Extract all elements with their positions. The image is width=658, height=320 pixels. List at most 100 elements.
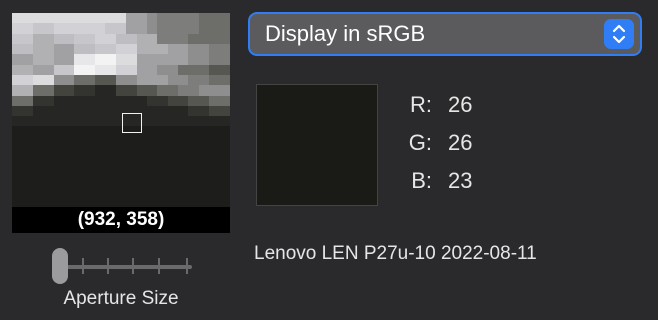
loupe-pixel [157,13,168,24]
loupe-pixel [126,95,137,106]
loupe-pixel [63,64,75,75]
loupe-pixel [84,105,96,117]
loupe-pixel [198,23,210,34]
loupe-pixel [22,136,33,148]
loupe-pixel [157,64,168,75]
slider-knob[interactable] [52,248,68,284]
loupe-pixel [178,167,189,179]
loupe-pixel [167,188,179,199]
loupe-pixel [157,157,168,168]
loupe-pixel [198,167,210,179]
loupe-pixel [198,95,210,106]
loupe-pixel [74,188,85,199]
loupe-pixel [12,33,23,44]
loupe-pixel [43,13,54,24]
loupe-pixel [84,85,96,96]
loupe-pixel [219,136,230,148]
loupe-pixel [105,64,116,75]
loupe-pixel [126,178,137,189]
loupe-pixel [63,105,75,117]
loupe-pixel [95,33,106,44]
loupe-pixel [157,95,168,106]
loupe-pixel [105,54,116,65]
loupe-pixel [167,54,179,65]
loupe-pixel [219,157,230,168]
green-value: 26 [448,130,473,155]
loupe-pixel [198,116,210,127]
loupe-pixel [188,64,199,75]
loupe-pixel [146,23,158,34]
loupe-pixel [167,116,179,127]
loupe-pixel [198,43,210,55]
loupe-pixel [105,85,116,96]
loupe-pixel [157,188,168,199]
loupe-pixel [198,147,210,158]
loupe-pixel [167,23,179,34]
display-mode-select[interactable]: Display in sRGB [248,12,642,56]
loupe-pixel [95,147,106,158]
loupe-pixel [146,85,158,96]
loupe-pixel [126,74,137,86]
loupe-pixel [53,126,64,137]
loupe-pixel [32,54,44,65]
loupe-pixel [22,23,33,34]
loupe-pixel [53,95,64,106]
loupe-pixel [136,74,147,86]
loupe-pixel [146,136,158,148]
loupe-pixel [209,167,220,179]
loupe-pixel [84,54,96,65]
loupe-pixel [12,157,23,168]
loupe-pixel [12,85,23,96]
loupe-pixel [146,95,158,106]
loupe-pixel [53,188,64,199]
loupe-pixel [84,64,96,75]
loupe-pixel [188,95,199,106]
loupe-pixel [115,64,127,75]
loupe-pixel [53,74,64,86]
loupe-pixel [115,23,127,34]
loupe-pixel [43,33,54,44]
loupe-pixel [63,167,75,179]
loupe-pixel [146,64,158,75]
loupe-pixel [74,178,85,189]
loupe-pixel [32,178,44,189]
loupe-pixel [146,13,158,24]
loupe-pixel [198,105,210,117]
loupe-pixel [53,178,64,189]
loupe-pixel [126,54,137,65]
loupe-pixel [219,13,230,24]
color-swatch [256,84,378,206]
chevron-up-down-icon[interactable] [604,19,634,49]
loupe-pixel [198,126,210,137]
loupe-pixel [157,105,168,117]
loupe-pixel [178,136,189,148]
loupe-pixel [53,43,64,55]
loupe-pixel [22,188,33,199]
loupe-pixel [167,167,179,179]
loupe-pixel [136,33,147,44]
loupe-pixel [115,157,127,168]
slider-track[interactable] [58,265,192,269]
loupe-pixel [74,33,85,44]
loupe-pixel [32,64,44,75]
loupe-pixel [43,74,54,86]
loupe-pixel [115,33,127,44]
loupe-pixel [198,85,210,96]
loupe-pixel [12,126,23,137]
loupe-pixel [178,105,189,117]
aperture-size-slider[interactable] [52,248,192,284]
loupe-pixel [157,85,168,96]
loupe-pixel [12,167,23,179]
loupe-pixel [74,43,85,55]
loupe-pixel [157,167,168,179]
loupe-pixel [126,23,137,34]
loupe-pixel [115,74,127,86]
loupe-pixel [105,157,116,168]
loupe-pixel [105,136,116,148]
loupe-pixel [22,85,33,96]
loupe-pixel [63,178,75,189]
loupe-pixel [63,157,75,168]
loupe-pixel [43,64,54,75]
loupe-pixel [167,13,179,24]
loupe-pixel [43,167,54,179]
